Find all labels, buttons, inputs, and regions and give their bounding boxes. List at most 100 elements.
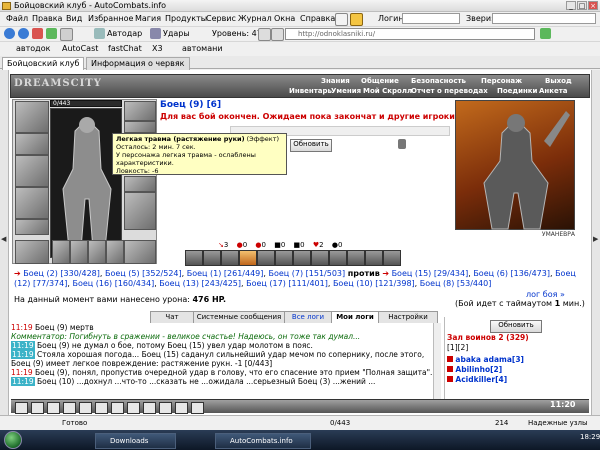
boots-slot[interactable] (124, 240, 156, 264)
injury-effect-icon[interactable] (239, 250, 257, 266)
effect-icon-8[interactable] (311, 250, 329, 266)
belt-slot[interactable] (15, 219, 49, 235)
effect-icon-1[interactable] (185, 250, 203, 266)
back-icon[interactable] (4, 28, 15, 39)
armor-slot[interactable] (15, 187, 49, 219)
bookmark-x3[interactable]: X3 (140, 43, 163, 55)
legs-slot[interactable] (124, 192, 156, 230)
menu-help[interactable]: Справка (300, 14, 335, 23)
home-icon[interactable] (335, 13, 348, 26)
menu-file[interactable]: Файл (6, 14, 28, 23)
shield-slot[interactable] (124, 176, 156, 192)
forward-icon[interactable] (18, 28, 29, 39)
filter-icon[interactable] (258, 28, 271, 41)
effect-icon-5[interactable] (257, 250, 275, 266)
action-icon[interactable] (31, 402, 44, 414)
team-left-fighter[interactable]: Боец (7) [151/503] (269, 269, 346, 278)
effect-icon-2[interactable] (203, 250, 221, 266)
effect-icon-6[interactable] (275, 250, 293, 266)
nav-exit[interactable]: Выход (545, 77, 572, 85)
start-button[interactable] (4, 431, 22, 449)
menu-view[interactable]: Вид (66, 14, 82, 23)
bookmark-fastchat[interactable]: fastChat (96, 43, 142, 55)
rune-slot-4[interactable] (106, 240, 124, 264)
amulet-slot[interactable] (124, 101, 156, 121)
weapon-slot[interactable] (15, 155, 49, 187)
zveri-select[interactable] (492, 13, 596, 24)
nav-skills[interactable]: Умения (331, 87, 361, 95)
ring-slot[interactable] (124, 121, 156, 133)
action-icon[interactable] (191, 402, 204, 414)
room-pages[interactable]: [1][2] (447, 343, 468, 352)
player-name[interactable]: abaka adama[3] (455, 355, 524, 364)
log-scrollbar[interactable] (433, 323, 441, 399)
favorites-icon[interactable] (350, 13, 363, 26)
address-bar[interactable]: http://odnoklasniki.ru/ (285, 28, 535, 40)
nav-duels[interactable]: Поединки (497, 87, 537, 95)
menu-edit[interactable]: Правка (32, 14, 62, 23)
left-sidebar-toggle[interactable]: ◀ (0, 70, 9, 415)
rune-slot-3[interactable] (88, 240, 106, 264)
helmet-slot[interactable] (15, 101, 49, 133)
nav-knowledge[interactable]: Знания (321, 77, 350, 85)
nav-communication[interactable]: Общение (361, 77, 399, 85)
tab-fight-club[interactable]: Бойцовский клуб (2, 57, 85, 70)
refresh-icon[interactable] (46, 28, 57, 39)
player-row[interactable]: Abilinho[2] (447, 365, 502, 374)
task-downloads[interactable]: Downloads (95, 433, 176, 449)
menu-favorites[interactable]: Избранное (88, 14, 133, 23)
close-button[interactable]: × (588, 1, 598, 10)
nav-inventory[interactable]: Инвентарь (289, 87, 332, 95)
action-icon[interactable] (63, 402, 76, 414)
team-right-fighter[interactable]: Боец (10) [121/398] (333, 279, 415, 288)
action-icon[interactable] (111, 402, 124, 414)
room-refresh-button[interactable]: Обновить (490, 320, 542, 333)
nav-security[interactable]: Безопасность (411, 77, 466, 85)
effect-icon-12[interactable] (383, 250, 401, 266)
action-icon[interactable] (95, 402, 108, 414)
login-input[interactable] (402, 13, 460, 24)
rune-slot-2[interactable] (70, 240, 88, 264)
effect-icon-9[interactable] (329, 250, 347, 266)
nav-character[interactable]: Персонаж (481, 77, 522, 85)
menu-journal[interactable]: Журнал (238, 14, 272, 23)
effect-icon-7[interactable] (293, 250, 311, 266)
page-icon[interactable] (271, 28, 284, 41)
right-sidebar-toggle[interactable]: ▶ (591, 70, 600, 415)
player-row[interactable]: abaka adama[3] (447, 355, 524, 364)
team-left-fighter[interactable]: Боец (16) [160/434] (72, 279, 154, 288)
action-icon[interactable] (127, 402, 140, 414)
bracer-slot[interactable] (15, 133, 49, 155)
effect-icon-10[interactable] (347, 250, 365, 266)
team-left-fighter[interactable]: Боец (1) [261/449] (187, 269, 264, 278)
strikes-button[interactable]: Удары (163, 29, 190, 38)
home-page-icon[interactable] (60, 28, 73, 41)
settings-icon[interactable] (398, 139, 406, 149)
team-left-fighter[interactable]: Боец (5) [352/524] (105, 269, 182, 278)
team-right-fighter[interactable]: Боец (15) [29/434] (392, 269, 469, 278)
action-icon[interactable] (159, 402, 172, 414)
team-left-fighter[interactable]: Боец (13) [243/425] (159, 279, 241, 288)
nav-my-scroll[interactable]: Мой Скролл (363, 87, 412, 95)
refresh-button[interactable]: Обновить (290, 139, 332, 152)
player-name[interactable]: Acidkiller[4] (455, 375, 507, 384)
fighter-name[interactable]: Боец (9) [6] (160, 100, 221, 110)
menu-windows[interactable]: Окна (274, 14, 295, 23)
stop-icon[interactable] (32, 28, 43, 39)
nav-profile[interactable]: Анкета (539, 87, 568, 95)
player-row[interactable]: Acidkiller[4] (447, 375, 507, 384)
player-name[interactable]: Abilinho[2] (455, 365, 502, 374)
action-icon[interactable] (143, 402, 156, 414)
team-left-fighter[interactable]: Боец (2) [330/428] (23, 269, 100, 278)
go-icon[interactable] (540, 28, 551, 39)
battle-log-link[interactable]: лог боя » (526, 290, 565, 299)
action-icon[interactable] (47, 402, 60, 414)
bookmark-autocast[interactable]: AutoCast (50, 43, 98, 55)
maximize-button[interactable]: □ (577, 1, 587, 10)
action-icon[interactable] (175, 402, 188, 414)
team-right-fighter[interactable]: Боец (6) [136/473] (473, 269, 550, 278)
minimize-button[interactable]: _ (566, 1, 576, 10)
rune-slot-1[interactable] (52, 240, 70, 264)
action-icon[interactable] (15, 402, 28, 414)
menu-service[interactable]: Сервис (206, 14, 236, 23)
